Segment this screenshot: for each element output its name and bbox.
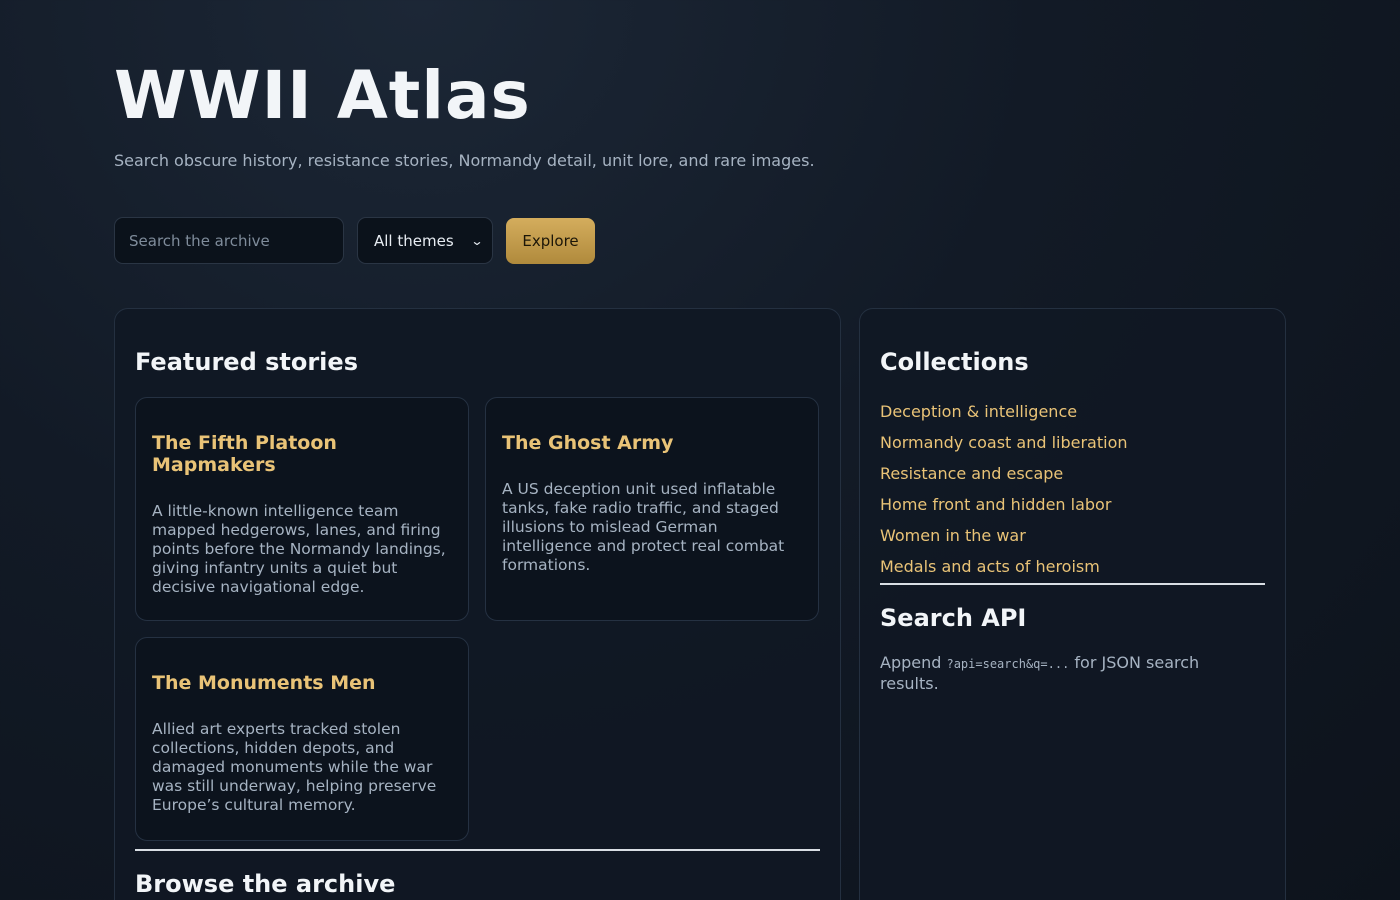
theme-select[interactable]: All themes ⌄ xyxy=(357,217,493,264)
site-tagline: Search obscure history, resistance stori… xyxy=(114,151,815,170)
search-input[interactable] xyxy=(114,217,344,264)
api-heading: Search API xyxy=(880,604,1027,632)
collection-link[interactable]: Normandy coast and liberation xyxy=(880,427,1128,458)
section-divider xyxy=(135,849,820,851)
collections-heading: Collections xyxy=(880,348,1029,376)
section-divider xyxy=(880,583,1265,585)
collection-link[interactable]: Medals and acts of heroism xyxy=(880,551,1128,582)
story-card[interactable]: The Fifth Platoon Mapmakers A little-kno… xyxy=(135,397,469,621)
api-note-prefix: Append xyxy=(880,653,947,672)
story-card[interactable]: The Monuments Men Allied art experts tra… xyxy=(135,637,469,841)
story-title[interactable]: The Fifth Platoon Mapmakers xyxy=(152,432,452,476)
collection-link[interactable]: Home front and hidden labor xyxy=(880,489,1128,520)
collection-link[interactable]: Deception & intelligence xyxy=(880,396,1128,427)
search-bar: All themes ⌄ Explore xyxy=(114,217,595,264)
chevron-down-icon: ⌄ xyxy=(470,233,484,248)
story-title[interactable]: The Ghost Army xyxy=(502,432,802,454)
story-card[interactable]: The Ghost Army A US deception unit used … xyxy=(485,397,819,621)
collection-link[interactable]: Women in the war xyxy=(880,520,1128,551)
theme-select-value: All themes xyxy=(374,231,454,250)
featured-heading: Featured stories xyxy=(135,348,358,376)
browse-heading: Browse the archive xyxy=(135,870,396,898)
story-title[interactable]: The Monuments Men xyxy=(152,672,452,694)
site-title: WWII Atlas xyxy=(114,57,531,134)
story-summary: A little-known intelligence team mapped … xyxy=(152,502,446,596)
collections-list: Deception & intelligence Normandy coast … xyxy=(880,396,1128,582)
sidebar-panel: Collections Deception & intelligence Nor… xyxy=(859,308,1286,900)
explore-button[interactable]: Explore xyxy=(506,217,595,264)
api-query-code: ?api=search&q=... xyxy=(946,657,1070,671)
collection-link[interactable]: Resistance and escape xyxy=(880,458,1128,489)
story-summary: Allied art experts tracked stolen collec… xyxy=(152,720,437,814)
api-note: Append ?api=search&q=... for JSON search… xyxy=(880,653,1250,693)
featured-panel: Featured stories The Fifth Platoon Mapma… xyxy=(114,308,841,900)
story-summary: A US deception unit used inflatable tank… xyxy=(502,480,785,574)
